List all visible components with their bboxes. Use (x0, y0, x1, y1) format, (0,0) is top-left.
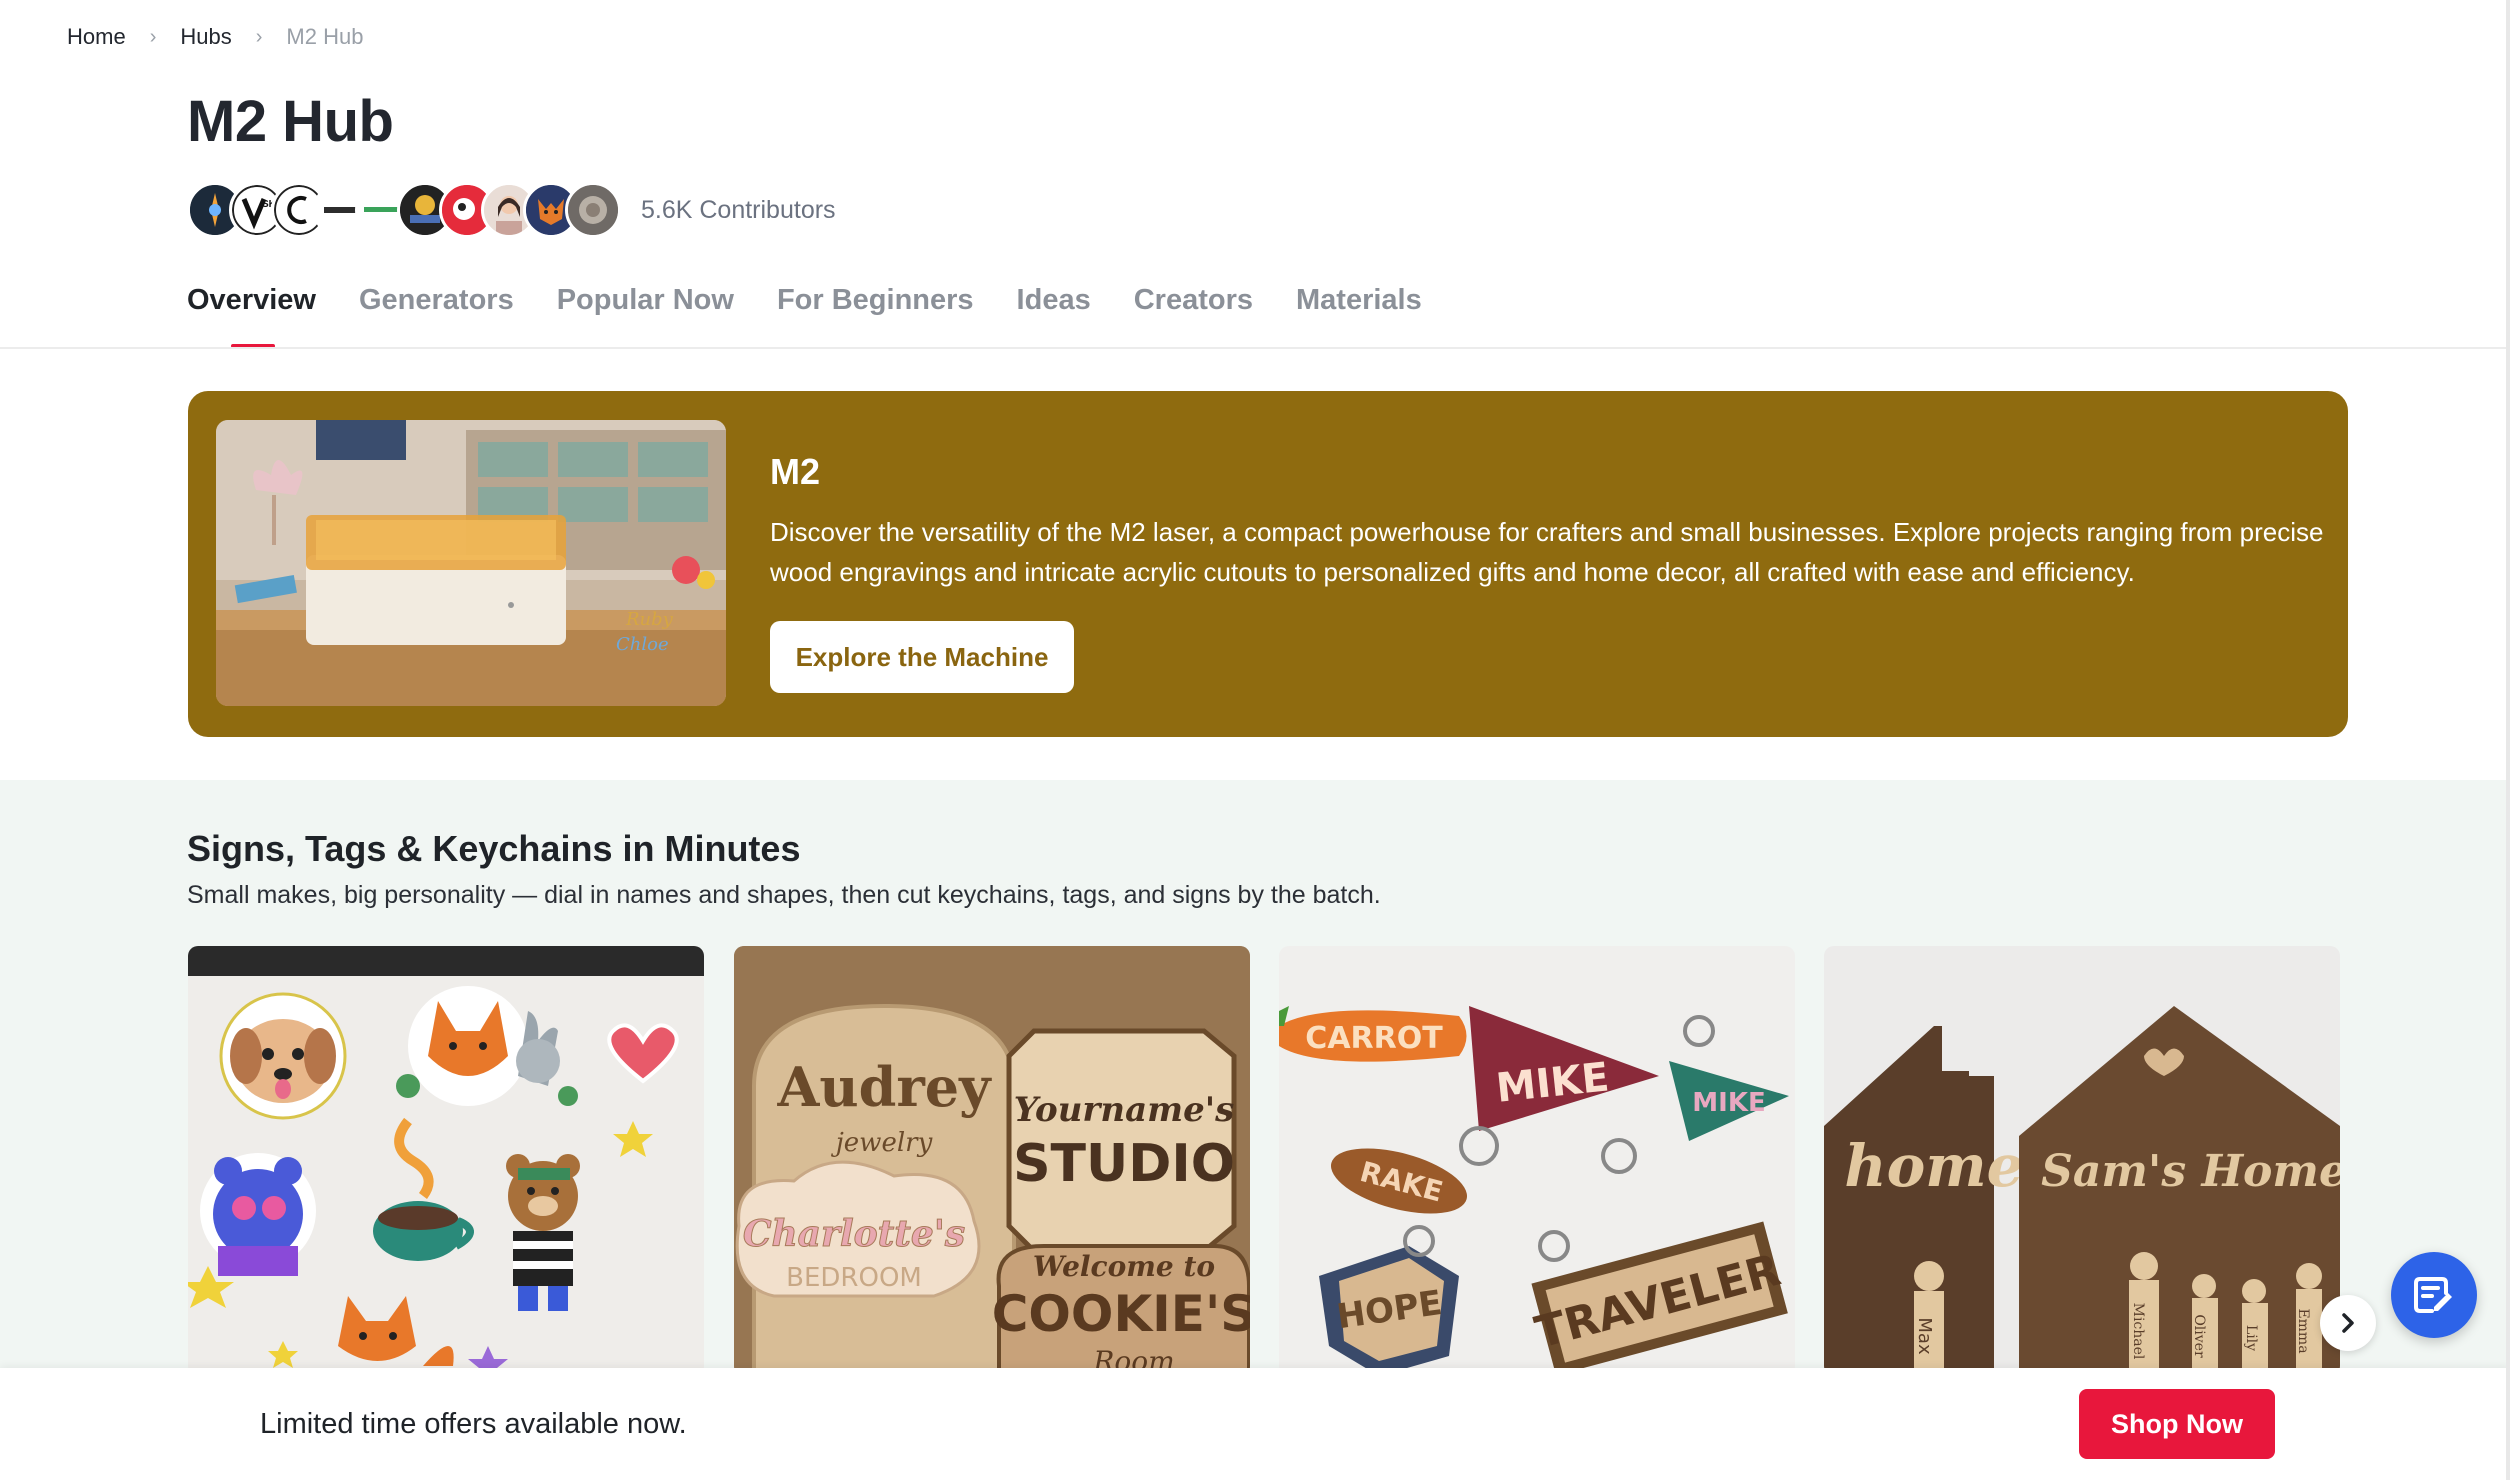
keychain-text: MIKE (1692, 1088, 1765, 1118)
sign-text: Welcome to (1033, 1250, 1215, 1283)
breadcrumb-hubs[interactable]: Hubs (180, 24, 231, 50)
feedback-button[interactable] (2391, 1252, 2477, 1338)
tab-popular-now[interactable]: Popular Now (557, 278, 734, 348)
hub-tabs: Overview Generators Popular Now For Begi… (187, 278, 1465, 348)
section-subtitle: Small makes, big personality — dial in n… (187, 881, 1381, 909)
contributors-row[interactable]: SK 5.6K Contributors (187, 180, 836, 240)
project-card-signs[interactable]: Audrey jewelry Yourname's STUDIO Charlot… (734, 946, 1250, 1376)
project-card-keychains[interactable]: CARROT MIKE MIKE RAKE HOPE TRAVELER (1279, 946, 1795, 1376)
keychains-section: Signs, Tags & Keychains in Minutes Small… (0, 780, 2510, 1380)
avatar-stack[interactable]: SK (187, 182, 621, 238)
holder-text: Sam's Home (2041, 1146, 2340, 1197)
holder-text: Michael (2130, 1303, 2146, 1360)
holder-text: Emma (2295, 1308, 2311, 1353)
chevron-right-icon: › (149, 25, 157, 48)
machine-image: Ruby Chloe (216, 420, 726, 706)
holder-text: home (1844, 1132, 2023, 1200)
tab-generators[interactable]: Generators (359, 278, 514, 348)
sign-text: COOKIE'S (992, 1285, 1250, 1343)
chevron-right-icon: › (255, 25, 263, 48)
tab-overview[interactable]: Overview (187, 278, 316, 348)
chevron-right-icon (2342, 1313, 2354, 1333)
breadcrumb-current: M2 Hub (286, 24, 364, 49)
offer-bar: Limited time offers available now. Shop … (0, 1368, 2510, 1480)
tab-creators[interactable]: Creators (1134, 278, 1253, 348)
carousel-next-button[interactable] (2320, 1295, 2376, 1351)
avatar (565, 182, 621, 238)
breadcrumb-home[interactable]: Home (67, 24, 126, 50)
keychain-text: CARROT (1305, 1021, 1443, 1056)
breadcrumb: Home › Hubs › M2 Hub (67, 22, 363, 52)
tab-ideas[interactable]: Ideas (1017, 278, 1091, 348)
svg-text:Chloe: Chloe (616, 634, 669, 655)
feedback-icon (2414, 1277, 2452, 1313)
contributors-count[interactable]: 5.6K Contributors (641, 196, 836, 225)
sign-text: STUDIO (1013, 1134, 1235, 1194)
tabs-divider (0, 347, 2510, 349)
tab-for-beginners[interactable]: For Beginners (777, 278, 974, 348)
machine-banner: Ruby Chloe M2 Discover the versatility o… (188, 391, 2348, 737)
scrollbar-track[interactable] (2506, 0, 2510, 1480)
banner-description: Discover the versatility of the M2 laser… (770, 517, 2324, 587)
banner-title: M2 (770, 451, 821, 492)
holder-text: Max (1914, 1317, 1935, 1355)
holder-text: Lily (2243, 1325, 2259, 1351)
shop-now-button[interactable]: Shop Now (2079, 1389, 2275, 1459)
page: Home › Hubs › M2 Hub M2 Hub SK 5.6K Cont… (0, 0, 2510, 1480)
section-title: Signs, Tags & Keychains in Minutes (187, 828, 801, 869)
sign-text: Yourname's (1014, 1090, 1235, 1130)
offer-text: Limited time offers available now. (260, 1408, 687, 1440)
sign-text: Charlotte's (743, 1213, 965, 1255)
holder-text: Oliver (2191, 1314, 2207, 1358)
sign-text: BEDROOM (786, 1263, 922, 1293)
explore-machine-button[interactable]: Explore the Machine (770, 621, 1074, 693)
project-card-key-holders[interactable]: home Sam's Home Max Michael Oliver Lily … (1824, 946, 2340, 1376)
page-title: M2 Hub (187, 89, 394, 154)
sign-text: jewelry (831, 1128, 933, 1158)
project-card-stickers[interactable] (188, 946, 704, 1376)
sign-text: Audrey (776, 1055, 992, 1119)
svg-text:Ruby: Ruby (625, 609, 674, 630)
tab-materials[interactable]: Materials (1296, 278, 1422, 348)
